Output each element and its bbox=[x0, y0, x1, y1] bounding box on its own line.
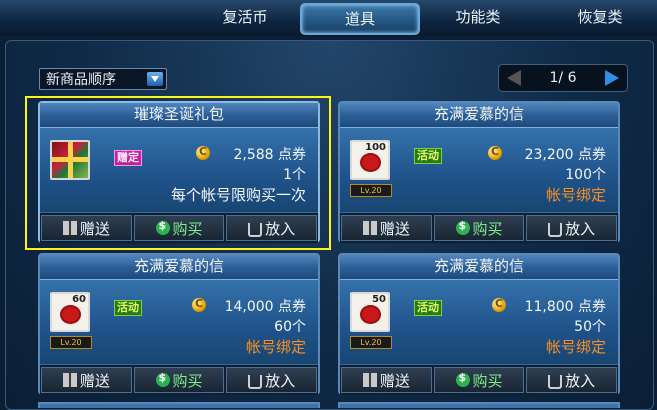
item-actions: 赠送 购买 放入 bbox=[340, 212, 618, 243]
category-tab-bar: 复活币 道具 功能类 恢复类 bbox=[0, 0, 657, 36]
item-actions: 赠送 购买 放入 bbox=[40, 212, 318, 243]
item-title: 充满爱慕的信 bbox=[340, 255, 618, 280]
item-tag: 活动 bbox=[114, 300, 142, 316]
buy-label: 购买 bbox=[472, 371, 503, 390]
tab-recovery[interactable]: 恢复类 bbox=[560, 3, 640, 31]
item-quantity: 50个 bbox=[574, 319, 606, 335]
gift-label: 赠送 bbox=[79, 371, 110, 390]
item-card[interactable]: 充满爱慕的信 60 Lv.20 活动 14,000 点券 60个 帐号绑定 赠送… bbox=[38, 253, 320, 395]
item-body: 100 Lv.20 活动 23,200 点券 100个 帐号绑定 bbox=[340, 128, 618, 212]
gift-icon bbox=[362, 221, 377, 235]
item-card[interactable]: 充满爱慕的信 50 Lv.20 活动 11,800 点券 50个 帐号绑定 赠送… bbox=[338, 253, 620, 395]
cart-icon bbox=[248, 223, 263, 237]
buy-button[interactable]: 购买 bbox=[133, 367, 225, 393]
gift-icon bbox=[62, 221, 77, 235]
gift-button[interactable]: 赠送 bbox=[41, 367, 132, 393]
item-actions: 赠送 购买 放入 bbox=[40, 364, 318, 395]
level-requirement: Lv.20 bbox=[350, 184, 392, 197]
gift-button[interactable]: 赠送 bbox=[41, 215, 132, 241]
sort-label: 新商品顺序 bbox=[46, 72, 116, 88]
cart-icon bbox=[548, 375, 563, 389]
gift-label: 赠送 bbox=[379, 371, 410, 390]
coupon-icon bbox=[196, 145, 210, 160]
gift-label: 赠送 bbox=[379, 219, 410, 238]
cart-icon bbox=[248, 375, 263, 389]
pager: 1/ 6 bbox=[498, 64, 628, 92]
gift-box-icon bbox=[50, 140, 90, 180]
coin-icon bbox=[455, 371, 470, 387]
tab-function[interactable]: 功能类 bbox=[438, 3, 518, 31]
wax-seal-icon bbox=[62, 307, 79, 322]
cart-label: 放入 bbox=[265, 371, 296, 390]
buy-button[interactable]: 购买 bbox=[133, 215, 225, 241]
coin-icon bbox=[155, 219, 170, 235]
gift-icon bbox=[62, 373, 77, 387]
item-body: 赠定 2,588 点券 1个 每个帐号限购买一次 bbox=[40, 128, 318, 212]
cart-label: 放入 bbox=[265, 219, 296, 238]
item-card-partial bbox=[38, 402, 320, 408]
item-note: 帐号绑定 bbox=[545, 186, 606, 204]
add-to-cart-button[interactable]: 放入 bbox=[226, 367, 318, 393]
cart-label: 放入 bbox=[565, 219, 596, 238]
item-tag: 活动 bbox=[414, 148, 442, 164]
item-body: 50 Lv.20 活动 11,800 点券 50个 帐号绑定 bbox=[340, 280, 618, 364]
item-price: 2,588 点券 bbox=[233, 147, 306, 163]
item-card-partial bbox=[338, 402, 620, 408]
gift-icon bbox=[362, 373, 377, 387]
coupon-icon bbox=[488, 145, 502, 160]
item-card[interactable]: 充满爱慕的信 100 Lv.20 活动 23,200 点券 100个 帐号绑定 … bbox=[338, 101, 620, 243]
item-title: 充满爱慕的信 bbox=[40, 255, 318, 280]
item-tag: 赠定 bbox=[114, 150, 142, 166]
letter-icon: 50 bbox=[350, 292, 390, 332]
cart-label: 放入 bbox=[565, 371, 596, 390]
coupon-icon bbox=[192, 297, 206, 312]
letter-icon: 60 bbox=[50, 292, 90, 332]
item-price: 14,000 点券 bbox=[224, 299, 306, 315]
coupon-icon bbox=[492, 297, 506, 312]
wax-seal-icon bbox=[362, 155, 379, 170]
gift-button[interactable]: 赠送 bbox=[341, 215, 432, 241]
coin-icon bbox=[155, 371, 170, 387]
level-requirement: Lv.20 bbox=[350, 336, 392, 349]
item-note: 每个帐号限购买一次 bbox=[170, 186, 306, 204]
tab-revive-coin[interactable]: 复活币 bbox=[205, 3, 285, 31]
level-requirement: Lv.20 bbox=[50, 336, 92, 349]
item-body: 60 Lv.20 活动 14,000 点券 60个 帐号绑定 bbox=[40, 280, 318, 364]
item-note: 帐号绑定 bbox=[245, 338, 306, 356]
item-note: 帐号绑定 bbox=[545, 338, 606, 356]
next-page-icon[interactable] bbox=[605, 70, 619, 86]
stack-count: 100 bbox=[365, 142, 386, 153]
item-title: 充满爱慕的信 bbox=[340, 103, 618, 128]
stack-count: 50 bbox=[372, 294, 386, 305]
add-to-cart-button[interactable]: 放入 bbox=[526, 215, 618, 241]
add-to-cart-button[interactable]: 放入 bbox=[526, 367, 618, 393]
gift-label: 赠送 bbox=[79, 219, 110, 238]
buy-label: 购买 bbox=[472, 219, 503, 238]
item-quantity: 1个 bbox=[283, 167, 306, 183]
item-card[interactable]: 璀璨圣诞礼包 赠定 2,588 点券 1个 每个帐号限购买一次 赠送 购买 放入 bbox=[38, 101, 320, 243]
wax-seal-icon bbox=[362, 307, 379, 322]
stack-count: 60 bbox=[72, 294, 86, 305]
item-quantity: 60个 bbox=[274, 319, 306, 335]
cart-icon bbox=[548, 223, 563, 237]
sort-dropdown[interactable]: 新商品顺序 bbox=[39, 68, 167, 90]
item-actions: 赠送 购买 放入 bbox=[340, 364, 618, 395]
item-price: 23,200 点券 bbox=[524, 147, 606, 163]
add-to-cart-button[interactable]: 放入 bbox=[226, 215, 318, 241]
chevron-down-icon[interactable] bbox=[147, 72, 163, 86]
coin-icon bbox=[455, 219, 470, 235]
item-tag: 活动 bbox=[414, 300, 442, 316]
letter-icon: 100 bbox=[350, 140, 390, 180]
tab-items[interactable]: 道具 bbox=[300, 3, 420, 35]
buy-label: 购买 bbox=[172, 371, 203, 390]
item-quantity: 100个 bbox=[565, 167, 606, 183]
item-price: 11,800 点券 bbox=[524, 299, 606, 315]
buy-button[interactable]: 购买 bbox=[433, 367, 525, 393]
buy-button[interactable]: 购买 bbox=[433, 215, 525, 241]
buy-label: 购买 bbox=[172, 219, 203, 238]
item-title: 璀璨圣诞礼包 bbox=[40, 103, 318, 128]
gift-button[interactable]: 赠送 bbox=[341, 367, 432, 393]
